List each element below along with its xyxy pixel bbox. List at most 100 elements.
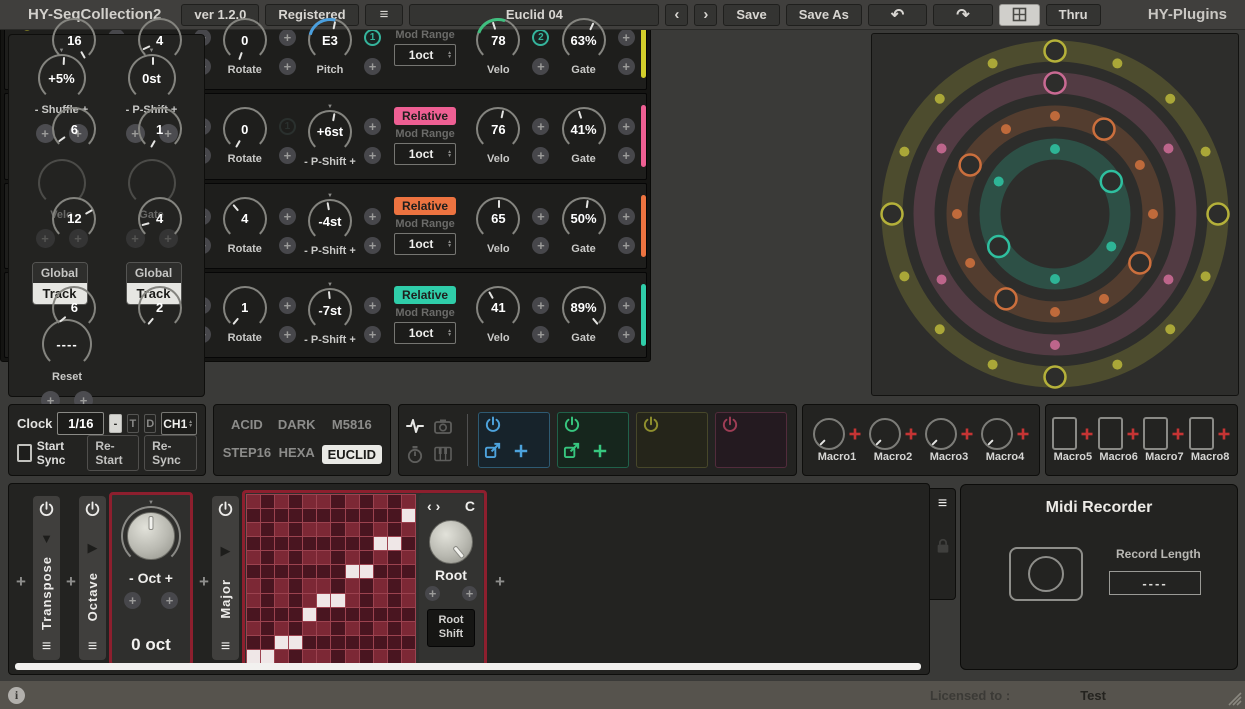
scale-grid-cell[interactable] [374,650,387,663]
rotate-knob[interactable]: 0 [223,107,267,151]
scale-grid-cell[interactable] [331,551,344,564]
scale-grid-cell[interactable] [289,622,302,635]
global-pshift-knob[interactable]: 0st [128,54,176,102]
scale-grid-cell[interactable] [261,594,274,607]
scale-grid-cell[interactable] [275,636,288,649]
scale-grid-cell[interactable] [346,523,359,536]
scale-grid-cell[interactable] [261,537,274,550]
scale-grid-cell[interactable] [303,551,316,564]
pulse-knob[interactable]: 4 [138,197,182,241]
normal-time-button[interactable]: - [109,414,121,433]
scale-grid-cell[interactable] [303,579,316,592]
mod-assign-button[interactable]: + [364,58,381,75]
mod-assign-button[interactable]: + [532,58,549,75]
power-icon[interactable] [84,501,101,523]
clock-division-box[interactable]: 1/16 [57,412,104,435]
midi-channel-select[interactable]: CH1 ▲▼ [161,412,197,435]
scale-grid-cell[interactable] [317,537,330,550]
thru-button[interactable]: Thru [1046,4,1101,26]
dotted-button[interactable]: D [144,414,156,433]
scale-grid-cell[interactable] [402,551,415,564]
scale-grid-cell[interactable] [275,565,288,578]
scale-grid-cell[interactable] [388,650,401,663]
rotate-knob[interactable]: 4 [223,197,267,241]
scale-grid-cell[interactable] [303,565,316,578]
global-option[interactable]: Global [33,263,87,283]
scale-grid-cell[interactable] [317,551,330,564]
pitch-knob[interactable]: E3 [308,18,352,62]
mod-assign-button[interactable]: + [364,208,381,225]
scale-grid-cell[interactable] [261,579,274,592]
global-option[interactable]: Global [127,263,181,283]
macro-knob[interactable] [813,418,845,450]
scale-grid-cell[interactable] [261,622,274,635]
lock-icon[interactable] [935,537,951,559]
mod-source-badge[interactable]: 1 [279,118,296,135]
scale-grid-cell[interactable] [247,495,260,508]
pulse-knob[interactable]: 1 [138,107,182,151]
grid-view-button[interactable] [999,4,1040,26]
mod-assign-button[interactable]: + [618,58,635,75]
scale-grid-cell[interactable] [289,650,302,663]
power-icon[interactable] [217,501,234,523]
scale-grid-cell[interactable] [331,537,344,550]
scale-grid-cell[interactable] [247,650,260,663]
mod-assign-button[interactable]: + [618,147,635,164]
root-shift-button[interactable]: Root Shift [427,609,474,647]
scale-grid-cell[interactable] [331,594,344,607]
add-module-button[interactable]: + [66,572,76,592]
scale-grid-cell[interactable] [360,594,373,607]
transpose-module-strip[interactable]: ▼ Transpose ≡ [33,496,60,660]
mod-assign-button[interactable]: + [532,147,549,164]
mode-euclid-selected[interactable]: EUCLID [322,445,382,464]
hamburger-icon[interactable]: ≡ [42,640,51,654]
scale-grid-cell[interactable] [331,523,344,536]
power-icon[interactable] [563,416,623,439]
scale-grid-cell[interactable] [261,495,274,508]
mod-assign-button[interactable]: + [618,29,635,46]
mod-assign-button[interactable]: + [161,592,178,609]
power-icon[interactable] [484,416,544,439]
scale-grid-cell[interactable] [317,579,330,592]
mod-assign-button[interactable]: + [618,297,635,314]
scale-grid-cell[interactable] [275,537,288,550]
scale-grid-cell[interactable] [303,594,316,607]
scale-grid-cell[interactable] [261,565,274,578]
scale-grid-cell[interactable] [402,537,415,550]
restart-button[interactable]: Re-Start [87,435,139,471]
scale-grid-cell[interactable] [402,509,415,522]
scale-grid-cell[interactable] [360,551,373,564]
prev-preset-button[interactable]: ‹ [665,4,688,26]
scale-grid-cell[interactable] [388,551,401,564]
scale-grid-cell[interactable] [346,509,359,522]
scale-grid-cell[interactable] [331,495,344,508]
gate-knob[interactable]: 41% [562,107,606,151]
scale-grid-cell[interactable] [247,565,260,578]
move-assign-icon[interactable] [592,443,608,464]
record-button[interactable] [1009,547,1083,601]
scale-grid-cell[interactable] [388,537,401,550]
scale-grid-cell[interactable] [360,509,373,522]
gate-knob[interactable]: 89% [562,286,606,330]
mod-assign-button[interactable]: + [364,237,381,254]
record-length-value[interactable]: ---- [1109,571,1201,595]
scale-grid-cell[interactable] [317,495,330,508]
scale-grid-cell[interactable] [331,608,344,621]
scale-grid-cell[interactable] [402,565,415,578]
mod-range-select[interactable]: 1oct ▲▼ [394,233,456,255]
scale-grid-cell[interactable] [346,551,359,564]
expand-triangle-icon[interactable]: ▶ [221,545,231,557]
velo-knob[interactable]: 76 [476,107,520,151]
scale-grid-cell[interactable] [402,495,415,508]
power-icon[interactable] [721,416,781,439]
steps-knob[interactable]: 12 [52,197,96,241]
relative-mode-badge[interactable]: Relative [394,286,456,304]
scale-mapping-grid[interactable] [246,494,416,664]
scale-grid-cell[interactable] [331,636,344,649]
mode-hexa[interactable]: HEXA [279,445,315,464]
scale-grid-cell[interactable] [346,636,359,649]
scale-grid-cell[interactable] [317,509,330,522]
scale-grid-cell[interactable] [247,608,260,621]
scale-grid-cell[interactable] [275,509,288,522]
mod-assign-button[interactable]: + [279,237,296,254]
